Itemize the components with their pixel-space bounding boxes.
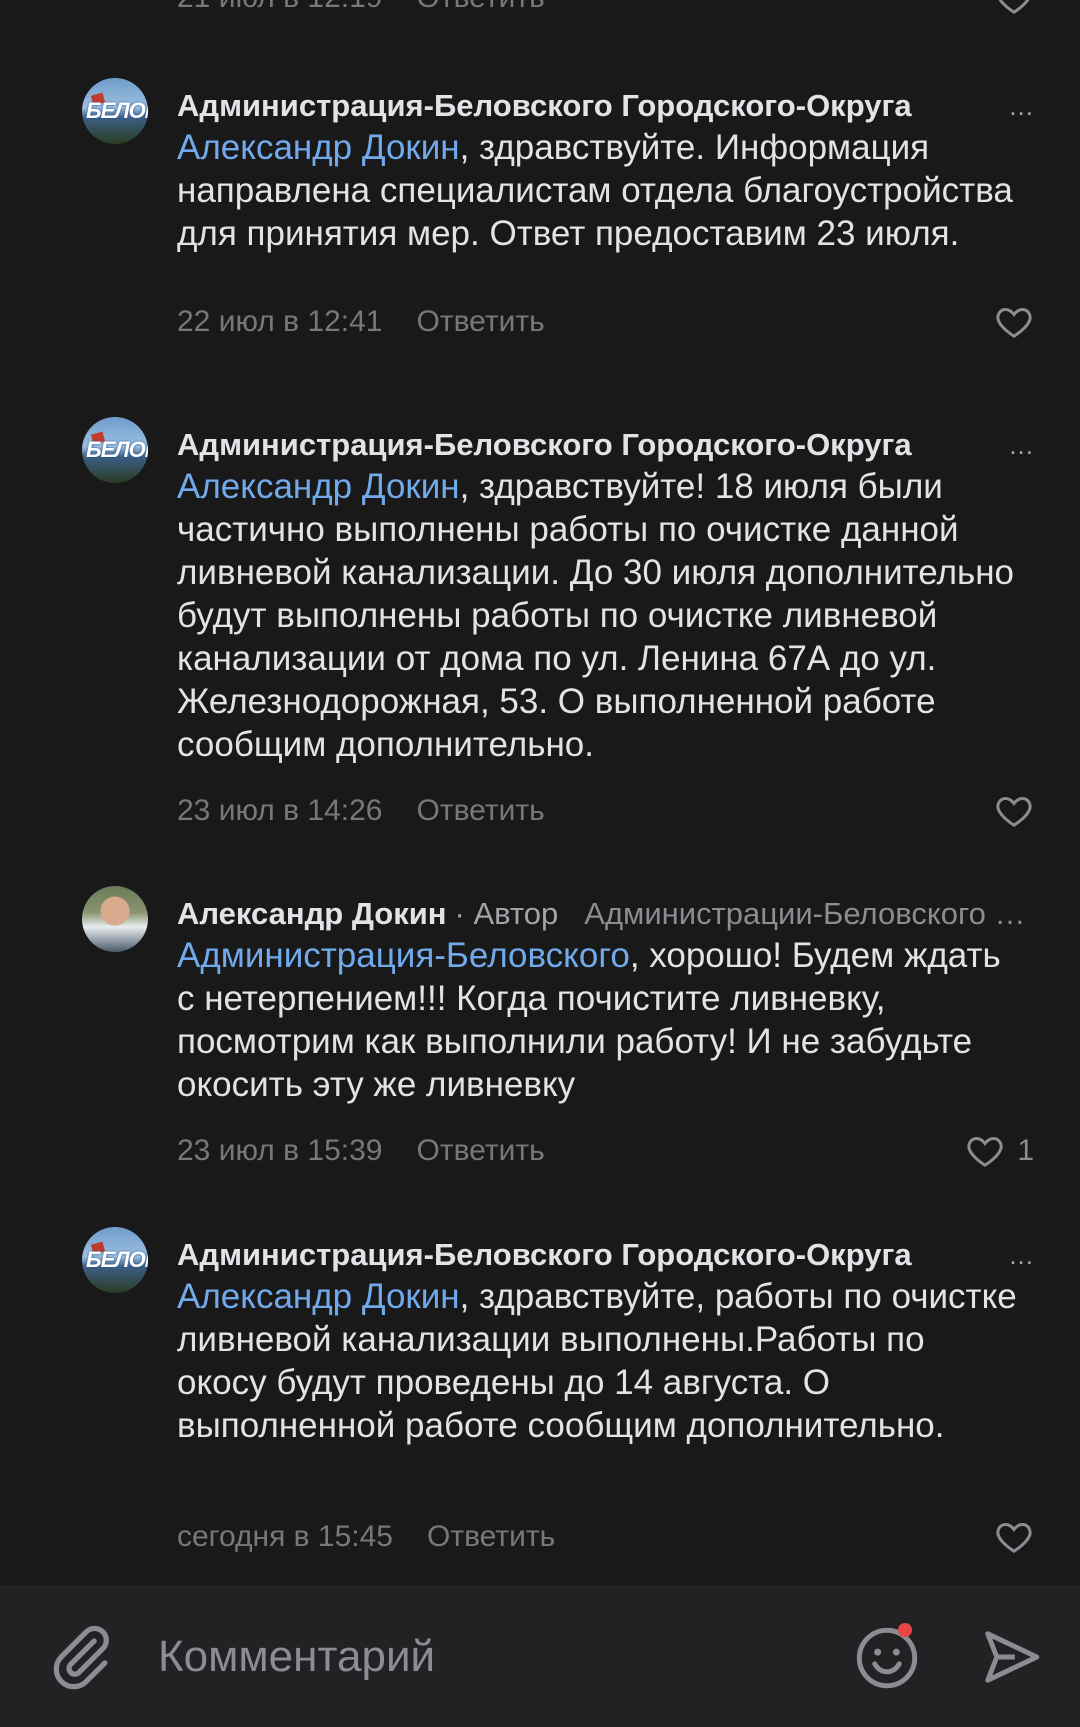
mention-link[interactable]: Александр Докин: [177, 467, 460, 506]
comment-time: сегодня в 15:45: [177, 1520, 393, 1553]
comment-meta: 23 июл в 15:39 Ответить: [177, 1131, 545, 1171]
reply-target-link[interactable]: Администрации-Беловского Городского-Окру…: [584, 896, 1040, 932]
comment-author-line: Александр Докин · Автор Администрации-Бе…: [177, 894, 1040, 934]
more-options-button[interactable]: ...: [1009, 425, 1034, 465]
author-name[interactable]: Администрация-Беловского Городского-Окру…: [177, 88, 912, 124]
author-badge: · Автор: [454, 896, 559, 931]
mention-link[interactable]: Александр Докин: [177, 1277, 460, 1316]
comment-author-line: Администрация-Беловского Городского-Окру…: [177, 1235, 1040, 1275]
like-button[interactable]: [994, 0, 1034, 23]
more-options-button[interactable]: ...: [1009, 86, 1034, 126]
emoji-icon: [856, 1627, 918, 1689]
comment-text: Александр Докин, здравствуйте! 18 июля б…: [177, 465, 1017, 766]
like-button[interactable]: [994, 791, 1034, 831]
comment-time: 21 июл в 12:19: [177, 0, 383, 15]
reply-button[interactable]: Ответить: [427, 1520, 555, 1554]
comments-feed: 21 июл в 12:19 Ответить БЕЛОВО Администр…: [0, 0, 1080, 1586]
mention-link[interactable]: Александр Докин: [177, 128, 460, 167]
comment-composer: [0, 1586, 1080, 1727]
notification-dot: [898, 1623, 912, 1637]
comment-meta: 22 июл в 12:41 Ответить: [177, 302, 545, 342]
comment-input[interactable]: [158, 1627, 818, 1687]
comment-meta-partial: 21 июл в 12:19 Ответить: [177, 0, 545, 18]
attach-button[interactable]: [46, 1619, 116, 1700]
send-button[interactable]: [980, 1625, 1042, 1694]
comment-text: Администрация-Беловского, хорошо! Будем …: [177, 934, 1017, 1106]
comment-meta: сегодня в 15:45 Ответить: [177, 1517, 555, 1557]
heart-icon: [998, 0, 1030, 14]
heart-icon: [996, 307, 1032, 338]
avatar-logo-text: БЕЛОВО: [86, 437, 148, 462]
more-options-button[interactable]: ...: [1009, 1235, 1034, 1275]
avatar[interactable]: [82, 886, 148, 952]
comment-time: 23 июл в 14:26: [177, 794, 383, 827]
comment-author-line: Администрация-Беловского Городского-Окру…: [177, 86, 1040, 126]
mention-link[interactable]: Администрация-Беловского: [177, 936, 630, 975]
comment-author-line: Администрация-Беловского Городского-Окру…: [177, 425, 1040, 465]
emoji-button[interactable]: [852, 1623, 922, 1698]
comment-text: Александр Докин, здравствуйте, работы по…: [177, 1275, 1017, 1447]
like-count: 1: [1017, 1134, 1034, 1167]
avatar[interactable]: БЕЛОВО: [82, 1227, 148, 1293]
like-button[interactable]: [994, 1517, 1034, 1557]
like-button[interactable]: 1: [965, 1131, 1034, 1171]
reply-button[interactable]: Ответить: [417, 1134, 545, 1168]
send-icon: [985, 1631, 1040, 1683]
heart-icon: [996, 1522, 1032, 1553]
reply-button[interactable]: Ответить: [417, 305, 545, 339]
author-name[interactable]: Александр Докин: [177, 896, 447, 932]
paperclip-icon: [53, 1625, 109, 1690]
comment-text: Александр Докин, здравствуйте. Информаци…: [177, 126, 1017, 255]
avatar-logo-text: БЕЛОВО: [86, 1247, 148, 1272]
author-name[interactable]: Администрация-Беловского Городского-Окру…: [177, 427, 912, 463]
avatar-logo-text: БЕЛОВО: [86, 98, 148, 123]
heart-icon: [967, 1136, 1003, 1167]
avatar[interactable]: БЕЛОВО: [82, 78, 148, 144]
comment-body: , здравствуйте! 18 июля были частично вы…: [177, 467, 1015, 764]
like-button[interactable]: [994, 302, 1034, 342]
comment-meta: 23 июл в 14:26 Ответить: [177, 791, 545, 831]
avatar[interactable]: БЕЛОВО: [82, 417, 148, 483]
reply-button[interactable]: Ответить: [417, 794, 545, 828]
heart-icon: [996, 796, 1032, 827]
comment-time: 23 июл в 15:39: [177, 1134, 383, 1167]
author-name[interactable]: Администрация-Беловского Городского-Окру…: [177, 1237, 912, 1273]
comment-time: 22 июл в 12:41: [177, 305, 383, 338]
reply-button[interactable]: Ответить: [417, 0, 545, 15]
